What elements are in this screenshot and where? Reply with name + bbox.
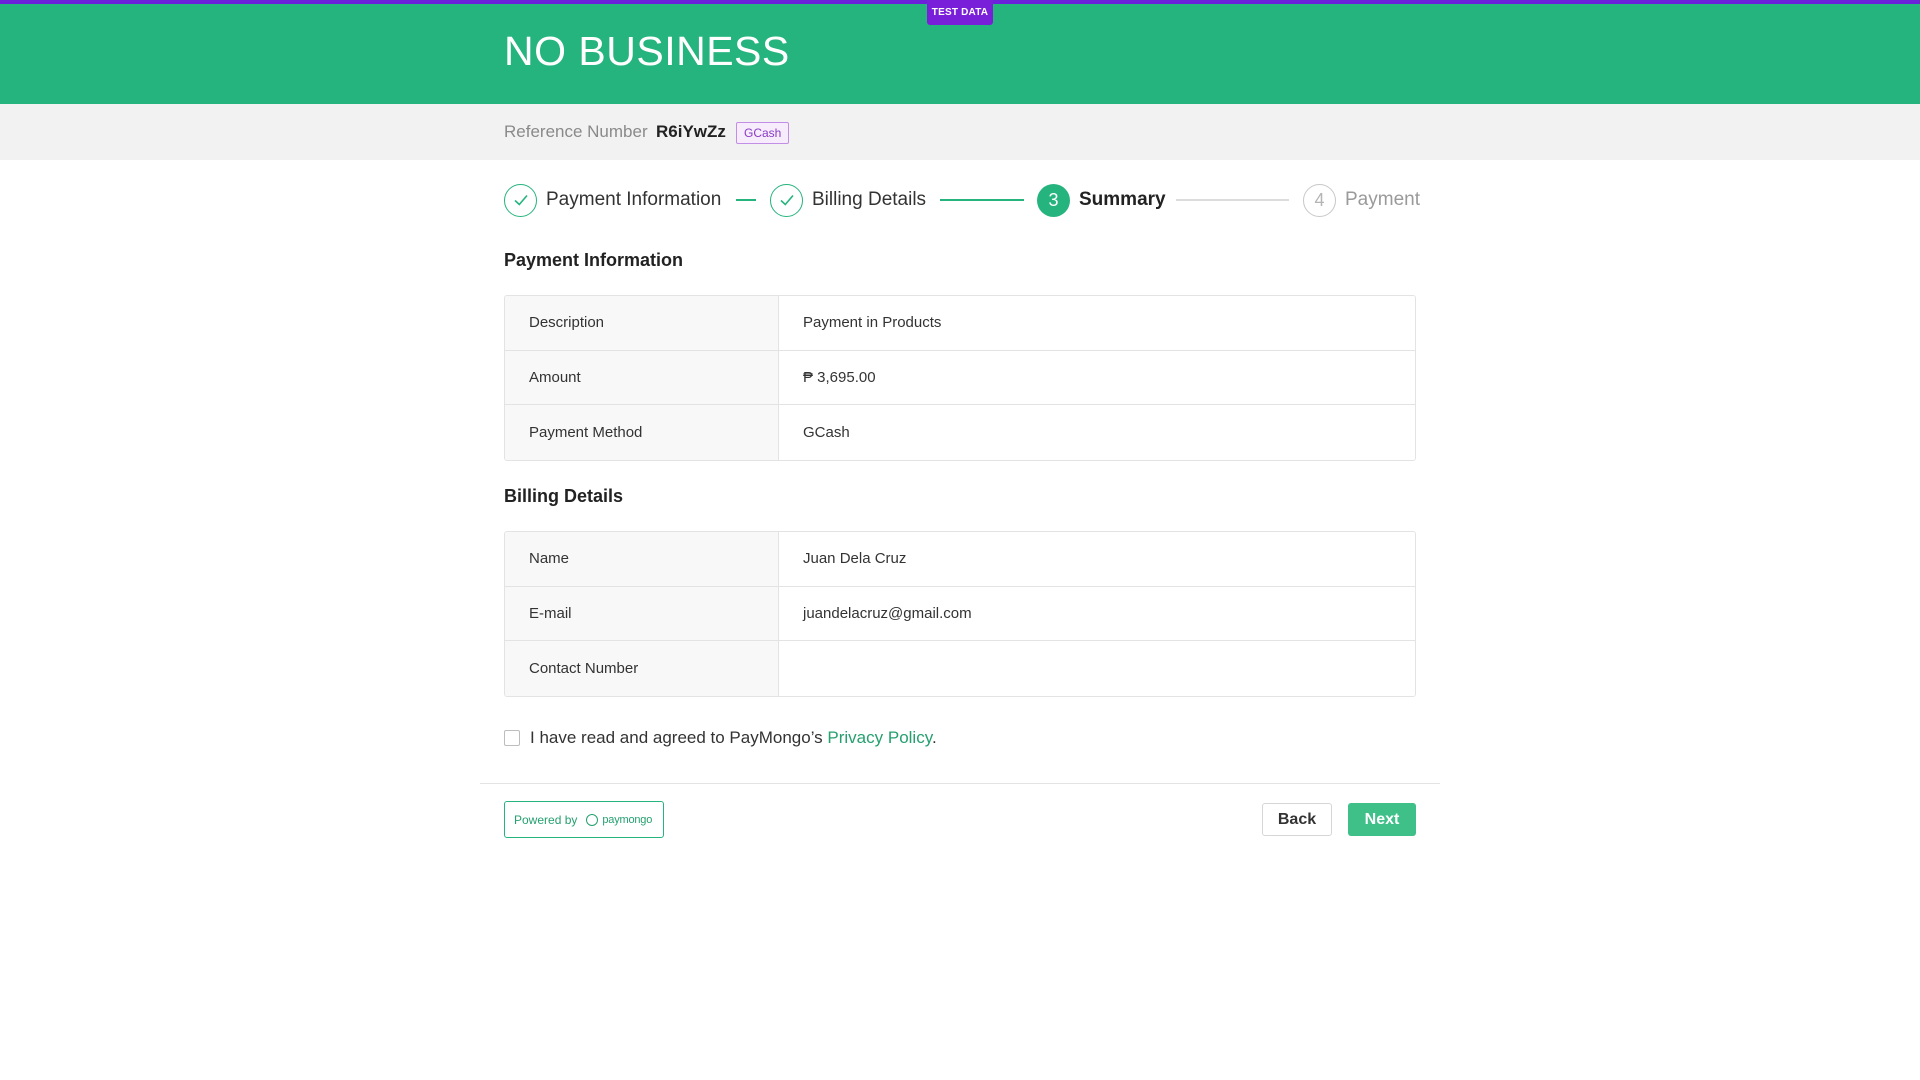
back-button[interactable]: Back <box>1262 803 1332 836</box>
reference-bar: Reference Number R6iYwZz GCash <box>0 104 1920 160</box>
row-key: Description <box>505 296 779 350</box>
row-value: juandelacruz@gmail.com <box>779 586 1415 640</box>
row-key: Payment Method <box>505 405 779 460</box>
row-value: GCash <box>779 405 1415 460</box>
check-icon <box>504 183 537 217</box>
agreement-text-before: I have read and agreed to PayMongo’s <box>530 728 828 747</box>
billing-details-table: Name Juan Dela Cruz E-mail juandelacruz@… <box>504 531 1416 697</box>
powered-by-label: Powered by <box>514 812 578 827</box>
step-number: 3 <box>1037 183 1070 217</box>
privacy-agreement: I have read and agreed to PayMongo’s Pri… <box>504 728 937 748</box>
row-value: ₱ 3,695.00 <box>779 350 1415 404</box>
checkout-stepper: Payment Information Billing Details 3 Su… <box>504 183 1420 217</box>
row-key: E-mail <box>505 586 779 640</box>
row-key: Amount <box>505 350 779 404</box>
table-row: Description Payment in Products <box>505 296 1415 351</box>
next-button[interactable]: Next <box>1348 803 1416 836</box>
step-label: Payment <box>1345 189 1420 210</box>
step-connector <box>736 199 756 201</box>
table-row: Amount ₱ 3,695.00 <box>505 350 1415 405</box>
billing-details-title: Billing Details <box>504 486 624 506</box>
payment-information-title: Payment Information <box>504 250 684 270</box>
business-name: NO BUSINESS <box>504 28 790 74</box>
payment-method-badge: GCash <box>736 122 790 144</box>
step-billing-details: Billing Details <box>770 183 926 217</box>
reference-label: Reference Number <box>504 122 648 141</box>
step-connector <box>1176 199 1289 201</box>
agreement-text: I have read and agreed to PayMongo’s Pri… <box>530 728 937 748</box>
privacy-policy-link[interactable]: Privacy Policy <box>827 728 932 747</box>
table-row: Payment Method GCash <box>505 405 1415 460</box>
paymongo-logo-icon <box>586 813 599 826</box>
payment-information-table: Description Payment in Products Amount ₱… <box>504 295 1416 461</box>
row-value: Payment in Products <box>779 296 1415 350</box>
footer-divider <box>480 783 1440 784</box>
step-connector <box>940 199 1024 201</box>
reference-value: R6iYwZz <box>656 122 726 141</box>
test-data-badge: TEST DATA <box>927 0 993 25</box>
agreement-text-after: . <box>931 728 937 747</box>
step-number: 4 <box>1303 183 1336 217</box>
powered-by-paymongo-badge[interactable]: Powered by paymongo <box>504 801 664 838</box>
paymongo-wordmark: paymongo <box>602 813 653 826</box>
table-row: E-mail juandelacruz@gmail.com <box>505 586 1415 641</box>
row-value: Juan Dela Cruz <box>779 532 1415 586</box>
check-icon <box>770 183 803 217</box>
row-key: Name <box>505 532 779 586</box>
step-summary: 3 Summary <box>1037 183 1166 217</box>
table-row: Name Juan Dela Cruz <box>505 532 1415 587</box>
row-value <box>779 641 1415 696</box>
step-label: Summary <box>1079 189 1166 210</box>
table-row: Contact Number <box>505 641 1415 696</box>
step-label: Billing Details <box>812 189 927 210</box>
step-payment-information: Payment Information <box>504 183 721 217</box>
row-key: Contact Number <box>505 641 779 696</box>
step-label: Payment Information <box>546 189 722 210</box>
step-payment: 4 Payment <box>1303 183 1420 217</box>
privacy-agreement-checkbox[interactable] <box>504 730 520 746</box>
